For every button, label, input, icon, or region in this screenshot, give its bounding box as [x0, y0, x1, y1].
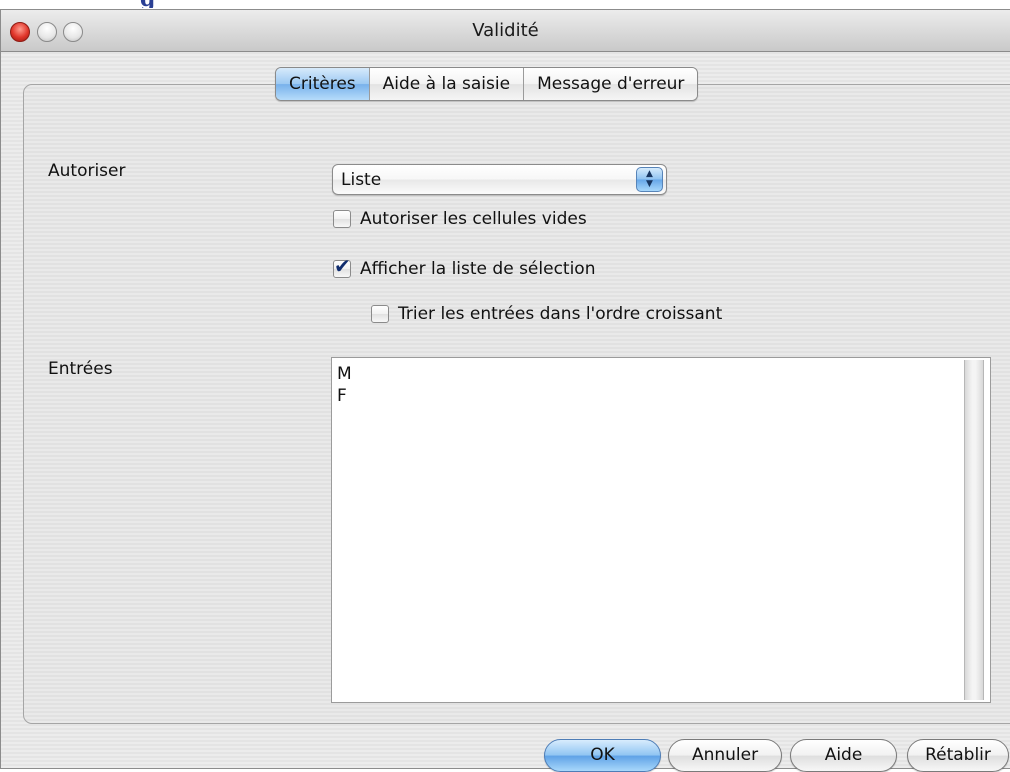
allow-empty-option[interactable]: Autoriser les cellules vides — [333, 208, 587, 230]
tab-bar: Critères Aide à la saisie Message d'erre… — [275, 67, 699, 101]
sort-ascending-checkbox[interactable] — [371, 305, 389, 323]
validity-dialog: Validité Critères Aide à la saisie Messa… — [0, 9, 1010, 772]
up-down-chevron-icon: ▲ ▼ — [636, 167, 663, 192]
show-list-option[interactable]: ✔ Afficher la liste de sélection — [333, 254, 596, 280]
title-bar[interactable]: Validité — [1, 10, 1010, 52]
sort-ascending-label: Trier les entrées dans l'ordre croissant — [398, 304, 723, 324]
tab-message-erreur[interactable]: Message d'erreur — [523, 68, 698, 100]
allow-select-value: Liste — [341, 170, 382, 190]
partial-heading-text: g — [140, 0, 155, 8]
show-list-label: Afficher la liste de sélection — [360, 259, 596, 279]
reset-button[interactable]: Rétablir — [907, 739, 1009, 772]
tab-criteres[interactable]: Critères — [276, 68, 369, 100]
ok-button[interactable]: OK — [544, 739, 661, 772]
tab-aide-saisie[interactable]: Aide à la saisie — [368, 68, 524, 100]
entry-line: F — [337, 386, 347, 406]
entry-line: M — [337, 364, 352, 384]
allow-label: Autoriser — [48, 161, 126, 181]
show-list-checkbox[interactable]: ✔ — [333, 254, 351, 278]
allow-empty-checkbox[interactable] — [333, 210, 351, 228]
partial-page-heading: g — [140, 0, 290, 8]
entries-label: Entrées — [48, 359, 113, 379]
entries-textarea[interactable]: M F — [331, 357, 991, 703]
cancel-button[interactable]: Annuler — [668, 739, 782, 772]
allow-empty-label: Autoriser les cellules vides — [360, 209, 587, 229]
allow-select[interactable]: Liste ▲ ▼ — [332, 164, 667, 195]
checkmark-icon: ✔ — [334, 254, 351, 278]
sort-ascending-option[interactable]: Trier les entrées dans l'ordre croissant — [371, 303, 722, 325]
help-button[interactable]: Aide — [790, 739, 897, 772]
entries-scrollbar[interactable] — [964, 360, 984, 700]
window-title: Validité — [472, 20, 539, 41]
